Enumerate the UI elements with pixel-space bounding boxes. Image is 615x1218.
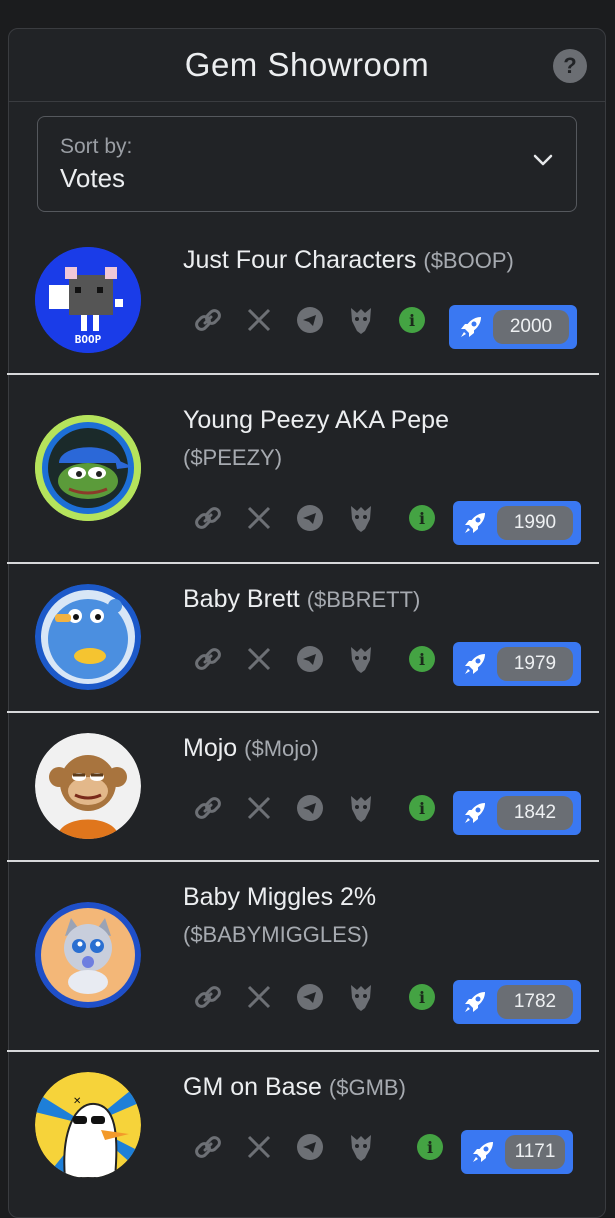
social-links: i (191, 303, 446, 337)
help-icon[interactable]: ? (553, 49, 587, 83)
telegram-icon[interactable] (293, 501, 327, 535)
social-links: i (191, 1130, 464, 1164)
social-links: i (191, 501, 456, 535)
telegram-icon[interactable] (293, 303, 327, 337)
token-ticker: ($BBRETT) (306, 587, 421, 612)
sort-value: Votes (60, 163, 126, 193)
token-list: BOOP Just Four Characters ($BOOP) i 2000… (7, 227, 599, 1212)
eagle-icon[interactable] (344, 642, 378, 676)
link-icon[interactable] (191, 501, 225, 535)
vote-count: 1171 (505, 1135, 565, 1169)
token-name[interactable]: Just Four Characters ($BOOP) (183, 245, 514, 276)
list-item[interactable]: ✕ GM on Base ($GMB) i 1171 (7, 1052, 599, 1212)
token-ticker: ($PEEZY) (183, 445, 283, 470)
x-icon[interactable] (242, 303, 276, 337)
vote-button[interactable]: 1782 (453, 980, 581, 1024)
link-icon[interactable] (191, 303, 225, 337)
vote-count: 1842 (497, 796, 573, 830)
token-title: GM on Base (183, 1073, 322, 1101)
social-links: i (191, 642, 456, 676)
telegram-icon[interactable] (293, 642, 327, 676)
telegram-icon[interactable] (293, 791, 327, 825)
token-name[interactable]: Young Peezy AKA Pepe ($PEEZY) (183, 405, 583, 473)
avatar (35, 733, 141, 839)
vote-count: 1990 (497, 506, 573, 540)
info-icon[interactable]: i (405, 791, 439, 825)
avatar (35, 415, 141, 521)
x-icon[interactable] (242, 791, 276, 825)
eagle-icon[interactable] (344, 501, 378, 535)
info-icon[interactable]: i (405, 501, 439, 535)
x-icon[interactable] (242, 501, 276, 535)
token-title: Just Four Characters (183, 246, 417, 274)
sort-label: Sort by: (60, 135, 133, 158)
avatar (35, 902, 141, 1008)
vote-button[interactable]: 1990 (453, 501, 581, 545)
token-title: Baby Brett (183, 585, 300, 613)
rocket-icon (453, 799, 497, 827)
x-icon[interactable] (242, 980, 276, 1014)
info-icon[interactable]: i (413, 1130, 447, 1164)
eagle-icon[interactable] (344, 980, 378, 1014)
avatar: ✕ (35, 1072, 141, 1178)
rocket-icon (449, 313, 493, 341)
chevron-down-icon (533, 154, 553, 166)
svg-text:✕: ✕ (73, 1096, 81, 1107)
token-title: Young Peezy AKA Pepe (183, 406, 449, 434)
social-links: i (191, 980, 456, 1014)
link-icon[interactable] (191, 642, 225, 676)
telegram-icon[interactable] (293, 980, 327, 1014)
info-icon[interactable]: i (395, 303, 429, 337)
vote-button[interactable]: 1171 (461, 1130, 573, 1174)
rocket-icon (453, 988, 497, 1016)
list-item[interactable]: Baby Brett ($BBRETT) i 1979 (7, 564, 599, 713)
link-icon[interactable] (191, 980, 225, 1014)
info-icon[interactable]: i (405, 980, 439, 1014)
token-name[interactable]: GM on Base ($GMB) (183, 1072, 406, 1103)
vote-count: 2000 (493, 310, 569, 344)
eagle-icon[interactable] (344, 1130, 378, 1164)
panel-header: Gem Showroom ? (9, 29, 605, 102)
token-title: Mojo (183, 734, 238, 762)
list-item[interactable]: Young Peezy AKA Pepe ($PEEZY) i 1990 (7, 375, 599, 564)
x-icon[interactable] (242, 642, 276, 676)
svg-text:BOOP: BOOP (75, 333, 102, 346)
eagle-icon[interactable] (344, 791, 378, 825)
gem-showroom-panel: Gem Showroom ? Sort by: Votes BOOP Just … (7, 28, 606, 1218)
token-ticker: ($BOOP) (423, 248, 514, 273)
list-item[interactable]: Baby Miggles 2% ($BABYMIGGLES) i 1782 (7, 862, 599, 1052)
rocket-icon (461, 1138, 505, 1166)
page-title: Gem Showroom (184, 46, 430, 83)
token-ticker: ($GMB) (328, 1075, 406, 1100)
vote-button[interactable]: 1842 (453, 791, 581, 835)
rocket-icon (453, 650, 497, 678)
vote-button[interactable]: 2000 (449, 305, 577, 349)
eagle-icon[interactable] (344, 303, 378, 337)
token-ticker: ($Mojo) (244, 736, 319, 761)
token-name[interactable]: Baby Miggles 2% ($BABYMIGGLES) (183, 882, 583, 950)
avatar: BOOP (35, 247, 141, 353)
token-ticker: ($BABYMIGGLES) (183, 922, 369, 947)
token-name[interactable]: Baby Brett ($BBRETT) (183, 584, 420, 615)
vote-count: 1782 (497, 985, 573, 1019)
list-item[interactable]: Mojo ($Mojo) i 1842 (7, 713, 599, 862)
vote-button[interactable]: 1979 (453, 642, 581, 686)
token-name[interactable]: Mojo ($Mojo) (183, 733, 319, 764)
vote-count: 1979 (497, 647, 573, 681)
avatar (35, 584, 141, 690)
social-links: i (191, 791, 456, 825)
sort-dropdown[interactable]: Sort by: Votes (37, 116, 577, 212)
x-icon[interactable] (242, 1130, 276, 1164)
token-title: Baby Miggles 2% (183, 883, 377, 911)
rocket-icon (453, 509, 497, 537)
link-icon[interactable] (191, 791, 225, 825)
link-icon[interactable] (191, 1130, 225, 1164)
info-icon[interactable]: i (405, 642, 439, 676)
list-item[interactable]: BOOP Just Four Characters ($BOOP) i 2000 (7, 227, 599, 375)
telegram-icon[interactable] (293, 1130, 327, 1164)
